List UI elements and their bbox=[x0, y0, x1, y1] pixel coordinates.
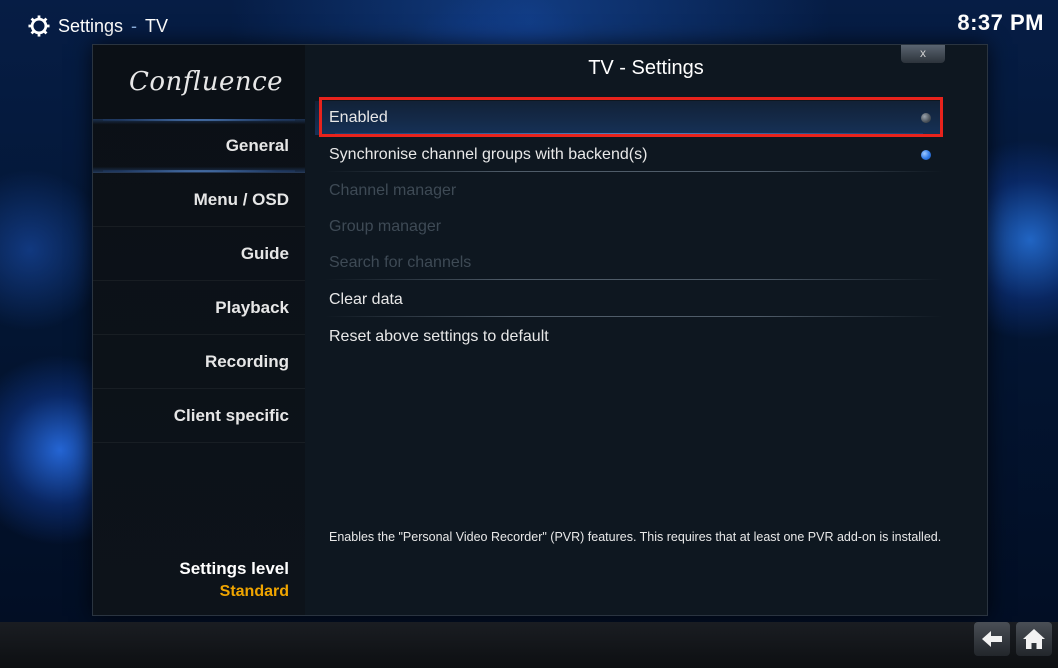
home-icon bbox=[1023, 629, 1045, 649]
sidebar-item-label: Client specific bbox=[173, 406, 289, 425]
setting-label: Synchronise channel groups with backend(… bbox=[329, 146, 648, 163]
sidebar-item-general[interactable]: General bbox=[93, 119, 305, 173]
focus-highlight bbox=[319, 97, 943, 137]
sidebar-item-guide[interactable]: Guide bbox=[93, 227, 305, 281]
sidebar-item-menu-osd[interactable]: Menu / OSD bbox=[93, 173, 305, 227]
divider bbox=[325, 279, 943, 280]
setting-label: Channel manager bbox=[329, 182, 457, 199]
window-title: Settings - TV bbox=[28, 12, 168, 40]
setting-clear-data[interactable]: Clear data bbox=[315, 283, 943, 317]
clock: 8:37 PM bbox=[957, 10, 1044, 35]
setting-label: Reset above settings to default bbox=[329, 328, 549, 345]
setting-label: Search for channels bbox=[329, 254, 472, 271]
setting-label: Group manager bbox=[329, 218, 442, 235]
setting-search-for-channels: Search for channels bbox=[315, 246, 943, 280]
sidebar-item-label: Playback bbox=[215, 298, 289, 317]
sidebar: Confluence General Menu / OSD Guide Play… bbox=[93, 45, 305, 615]
breadcrumb-subsection: TV bbox=[145, 15, 169, 36]
sidebar-item-label: General bbox=[225, 136, 289, 155]
settings-level-label[interactable]: Settings level bbox=[179, 559, 289, 579]
setting-reset-defaults[interactable]: Reset above settings to default bbox=[315, 320, 943, 354]
sidebar-item-client-specific[interactable]: Client specific bbox=[93, 389, 305, 443]
close-button[interactable]: x bbox=[901, 45, 945, 63]
sidebar-item-label: Guide bbox=[240, 244, 289, 263]
sidebar-item-playback[interactable]: Playback bbox=[93, 281, 305, 335]
back-button[interactable] bbox=[974, 622, 1010, 656]
gear-icon bbox=[28, 15, 50, 37]
toggle-on-icon[interactable] bbox=[921, 150, 931, 160]
sidebar-item-label: Recording bbox=[204, 352, 289, 371]
divider bbox=[325, 316, 943, 317]
confluence-logo: Confluence bbox=[129, 67, 284, 97]
setting-description: Enables the "Personal Video Recorder" (P… bbox=[329, 530, 942, 544]
sidebar-item-recording[interactable]: Recording bbox=[93, 335, 305, 389]
breadcrumb-section: Settings bbox=[58, 15, 124, 36]
home-button[interactable] bbox=[1016, 622, 1052, 656]
setting-label: Clear data bbox=[329, 291, 403, 308]
settings-level-value[interactable]: Standard bbox=[220, 583, 289, 601]
dialog-title: TV - Settings bbox=[588, 57, 704, 79]
sidebar-item-label: Menu / OSD bbox=[193, 190, 289, 209]
back-arrow-icon bbox=[982, 631, 1002, 647]
settings-dialog: Confluence General Menu / OSD Guide Play… bbox=[92, 44, 988, 616]
breadcrumb-separator: - bbox=[131, 15, 138, 36]
setting-sync-channel-groups[interactable]: Synchronise channel groups with backend(… bbox=[315, 138, 943, 172]
setting-group-manager: Group manager bbox=[315, 210, 943, 244]
setting-channel-manager: Channel manager bbox=[315, 174, 943, 208]
divider bbox=[325, 171, 943, 172]
footer-bar bbox=[0, 622, 1058, 668]
